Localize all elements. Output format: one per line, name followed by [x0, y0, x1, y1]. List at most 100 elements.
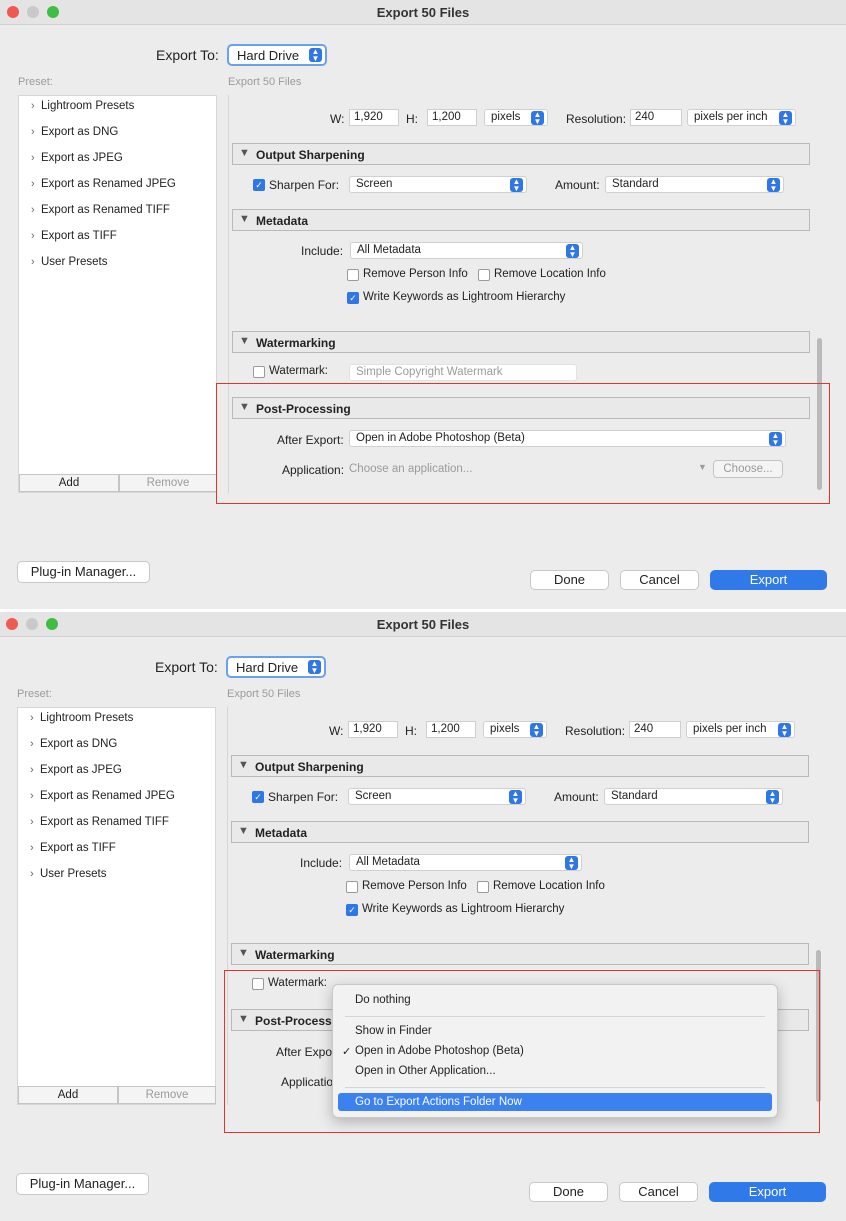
width-input[interactable]: 1,920 — [349, 109, 399, 126]
disclosure-triangle-icon: ▼ — [238, 759, 249, 771]
export-to-label: Export To: — [155, 659, 218, 675]
remove-location-label: Remove Location Info — [493, 880, 605, 892]
watermark-checkbox[interactable] — [253, 366, 265, 378]
include-label: Include: — [301, 244, 344, 258]
chevron-right-icon: › — [30, 842, 34, 854]
highlight-box — [216, 383, 830, 504]
sharpen-for-label: Sharpen For: — [268, 790, 339, 804]
preset-folder[interactable]: › Export as TIFF — [30, 842, 116, 854]
disclosure-triangle-icon: ▼ — [238, 825, 249, 837]
preset-folder[interactable]: › Export as DNG — [31, 126, 118, 138]
disclosure-triangle-icon: ▼ — [238, 947, 249, 959]
preset-folder[interactable]: › Export as Renamed TIFF — [31, 204, 170, 216]
sharpen-checkbox[interactable]: ✓ — [253, 179, 265, 191]
chevron-updown-icon: ▲ ▼ — [566, 244, 579, 259]
chevron-updown-icon: ▲ ▼ — [779, 111, 792, 126]
include-label: Include: — [300, 856, 343, 870]
plugin-manager-button[interactable]: Plug-in Manager... — [17, 561, 150, 583]
export-button[interactable]: Export — [709, 1182, 826, 1202]
preset-folder[interactable]: › User Presets — [31, 256, 107, 268]
disclosure-triangle-icon: ▼ — [239, 335, 250, 347]
after-export-menu[interactable]: Do nothing Show in Finder ✓ Open in Adob… — [332, 984, 778, 1118]
cancel-button[interactable]: Cancel — [619, 1182, 698, 1202]
export-to-select[interactable]: Hard Drive ▲ ▼ — [227, 44, 327, 66]
height-input[interactable]: 1,200 — [427, 109, 477, 126]
remove-location-checkbox[interactable] — [478, 269, 490, 281]
plugin-manager-button[interactable]: Plug-in Manager... — [16, 1173, 149, 1195]
content-label: Export 50 Files — [228, 76, 302, 88]
preset-folder[interactable]: › Export as JPEG — [31, 152, 123, 164]
width-label: W: — [330, 112, 345, 126]
width-input[interactable]: 1,920 — [348, 721, 398, 738]
chevron-right-icon: › — [30, 868, 34, 880]
menu-item-go-to-export-actions[interactable]: Go to Export Actions Folder Now — [355, 1096, 522, 1108]
height-label: H: — [405, 724, 417, 738]
output-sharpening-header[interactable]: ▼ Output Sharpening — [231, 755, 809, 777]
menu-item-show-in-finder[interactable]: Show in Finder — [355, 1025, 432, 1037]
watermark-select[interactable]: Simple Copyright Watermark — [349, 364, 577, 381]
menu-item-do-nothing[interactable]: Do nothing — [355, 994, 411, 1006]
remove-preset-button[interactable]: Remove — [119, 474, 217, 492]
menu-item-open-in-other-app[interactable]: Open in Other Application... — [355, 1065, 496, 1077]
add-preset-button[interactable]: Add — [19, 474, 119, 492]
export-to-select[interactable]: Hard Drive ▲ ▼ — [226, 656, 326, 678]
sharpen-checkbox[interactable]: ✓ — [252, 791, 264, 803]
size-unit-select[interactable]: pixels ▲ ▼ — [483, 721, 547, 738]
cancel-button[interactable]: Cancel — [620, 570, 699, 590]
metadata-header[interactable]: ▼ Metadata — [232, 209, 810, 231]
sharpen-for-select[interactable]: Screen ▲ ▼ — [349, 176, 527, 193]
export-button[interactable]: Export — [710, 570, 827, 590]
preset-label: Preset: — [18, 76, 53, 88]
remove-location-checkbox[interactable] — [477, 881, 489, 893]
export-dialog-bottom: Export 50 Files Export To: Hard Drive ▲ ▼… — [0, 612, 846, 1221]
preset-folder[interactable]: › Export as Renamed TIFF — [30, 816, 169, 828]
preset-folder[interactable]: › Export as JPEG — [30, 764, 122, 776]
metadata-header[interactable]: ▼ Metadata — [231, 821, 809, 843]
include-select[interactable]: All Metadata ▲ ▼ — [349, 854, 582, 871]
amount-select[interactable]: Standard ▲ ▼ — [605, 176, 784, 193]
watermarking-header[interactable]: ▼ Watermarking — [232, 331, 810, 353]
height-input[interactable]: 1,200 — [426, 721, 476, 738]
resolution-input[interactable]: 240 — [629, 721, 681, 738]
amount-select[interactable]: Standard ▲ ▼ — [604, 788, 783, 805]
preset-folder[interactable]: › User Presets — [30, 868, 106, 880]
resolution-input[interactable]: 240 — [630, 109, 682, 126]
export-to-label: Export To: — [156, 47, 219, 63]
watermark-label: Watermark: — [269, 365, 328, 377]
disclosure-triangle-icon: ▼ — [239, 147, 250, 159]
remove-person-checkbox[interactable] — [347, 269, 359, 281]
output-sharpening-header[interactable]: ▼ Output Sharpening — [232, 143, 810, 165]
chevron-right-icon: › — [30, 712, 34, 724]
preset-folder[interactable]: › Export as TIFF — [31, 230, 117, 242]
chevron-updown-icon: ▲ ▼ — [308, 660, 321, 675]
sharpen-for-select[interactable]: Screen ▲ ▼ — [348, 788, 526, 805]
done-button[interactable]: Done — [530, 570, 609, 590]
watermarking-header[interactable]: ▼ Watermarking — [231, 943, 809, 965]
remove-person-checkbox[interactable] — [346, 881, 358, 893]
amount-label: Amount: — [554, 790, 599, 804]
add-preset-button[interactable]: Add — [18, 1086, 118, 1104]
chevron-right-icon: › — [31, 152, 35, 164]
resolution-unit-select[interactable]: pixels per inch ▲ ▼ — [687, 109, 796, 126]
resolution-unit-select[interactable]: pixels per inch ▲ ▼ — [686, 721, 795, 738]
chevron-right-icon: › — [30, 738, 34, 750]
write-keywords-checkbox[interactable]: ✓ — [346, 904, 358, 916]
resolution-label: Resolution: — [566, 112, 627, 126]
chevron-right-icon: › — [31, 100, 35, 112]
preset-folder[interactable]: › Lightroom Presets — [31, 100, 134, 112]
export-to-value: Hard Drive — [237, 48, 300, 63]
chevron-updown-icon: ▲ ▼ — [531, 111, 544, 126]
include-select[interactable]: All Metadata ▲ ▼ — [350, 242, 583, 259]
preset-folder[interactable]: › Export as Renamed JPEG — [31, 178, 176, 190]
write-keywords-checkbox[interactable]: ✓ — [347, 292, 359, 304]
preset-folder[interactable]: › Lightroom Presets — [30, 712, 133, 724]
write-keywords-label: Write Keywords as Lightroom Hierarchy — [362, 903, 565, 915]
menu-item-open-in-photoshop[interactable]: Open in Adobe Photoshop (Beta) — [355, 1045, 524, 1057]
preset-folder[interactable]: › Export as Renamed JPEG — [30, 790, 175, 802]
chevron-right-icon: › — [31, 204, 35, 216]
write-keywords-label: Write Keywords as Lightroom Hierarchy — [363, 291, 566, 303]
remove-preset-button[interactable]: Remove — [118, 1086, 216, 1104]
preset-folder[interactable]: › Export as DNG — [30, 738, 117, 750]
size-unit-select[interactable]: pixels ▲ ▼ — [484, 109, 548, 126]
done-button[interactable]: Done — [529, 1182, 608, 1202]
